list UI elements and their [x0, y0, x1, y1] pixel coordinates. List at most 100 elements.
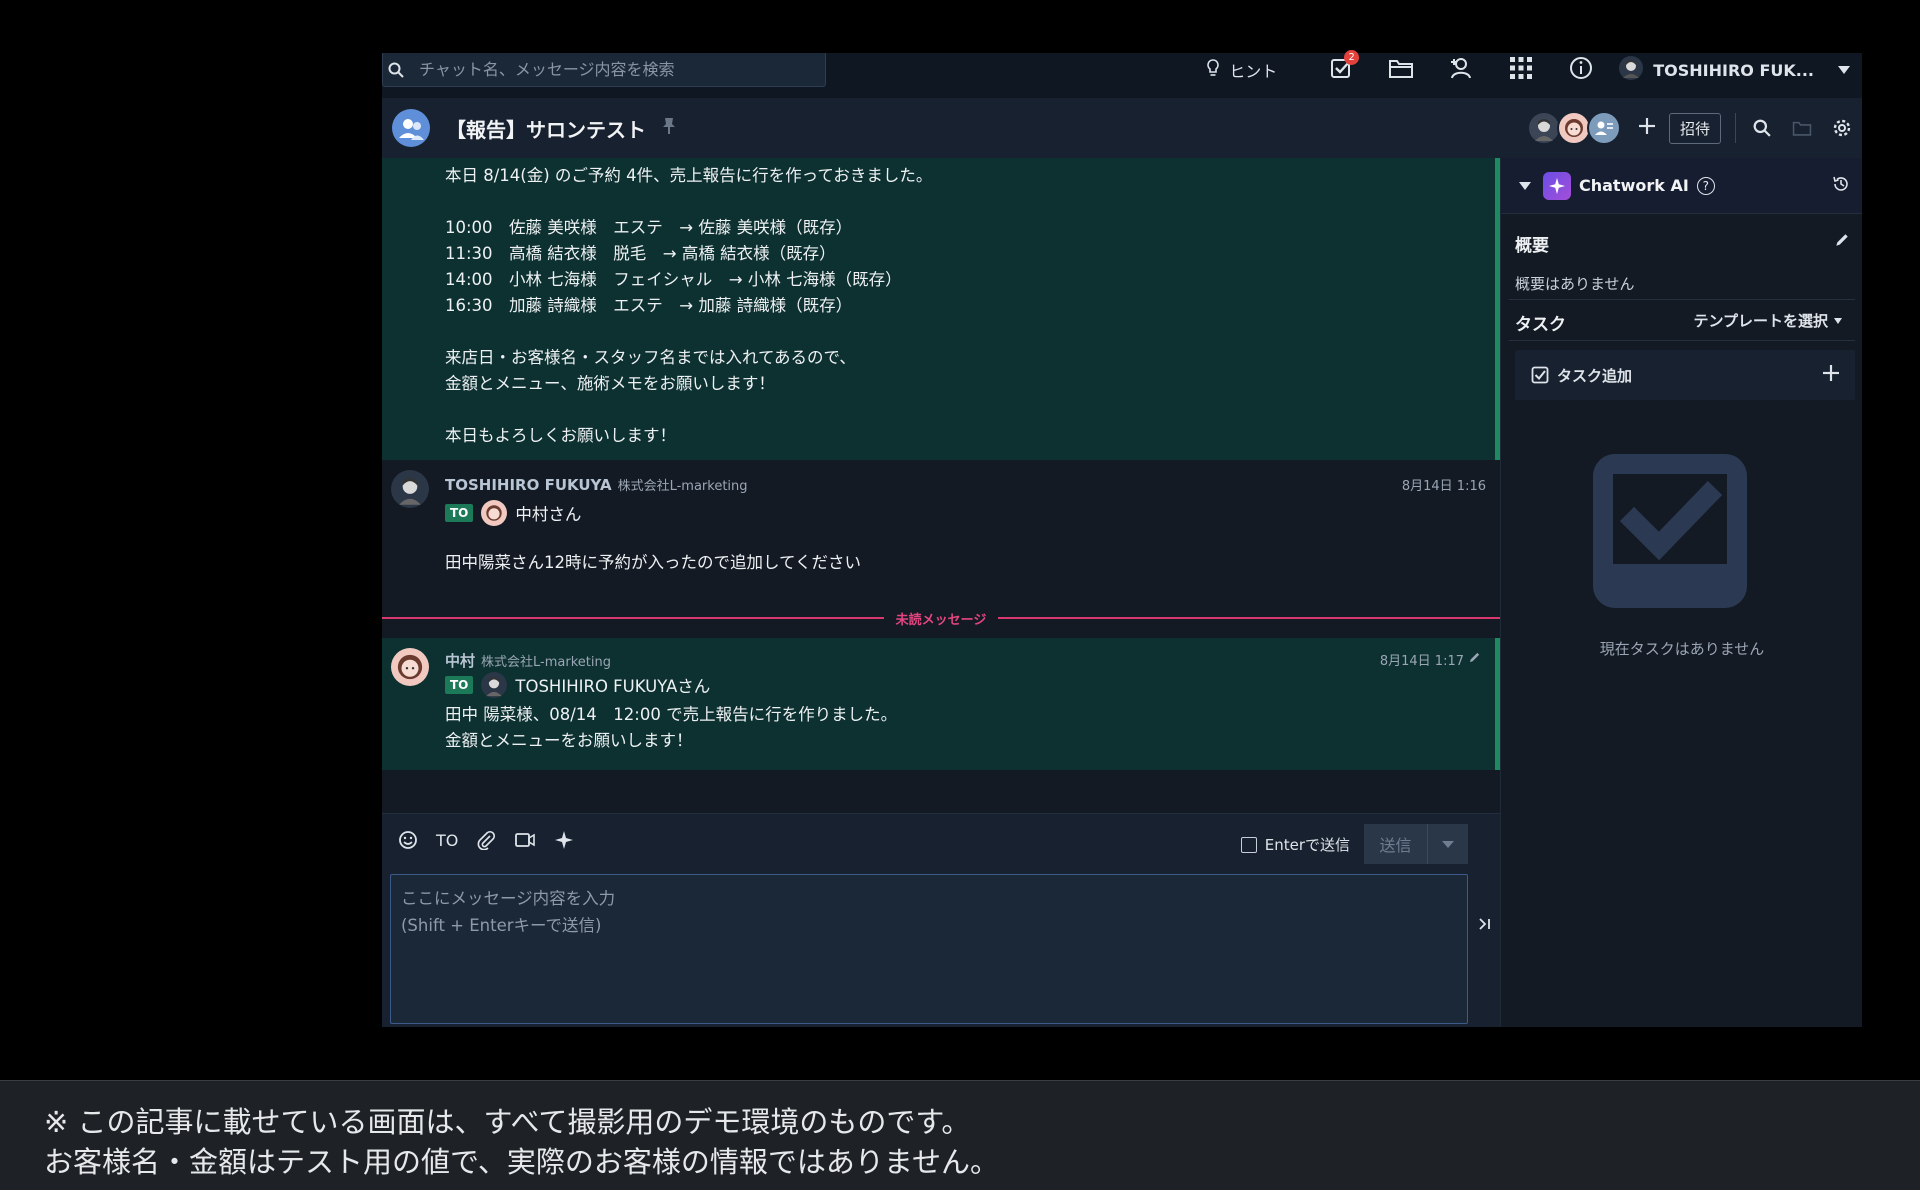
message-text: 田中 陽菜様、08/14 12:00 で売上報告に行を作りました。 金額とメニュ…	[445, 705, 898, 750]
to-line: TO TOSHIHIRO FUKUYAさん	[445, 672, 710, 698]
plus-icon[interactable]	[1821, 363, 1841, 387]
emoji-icon[interactable]	[398, 828, 418, 852]
checkbox-icon	[1531, 366, 1549, 384]
apps-button[interactable]	[1491, 53, 1551, 87]
summary-title: 概要	[1515, 236, 1549, 256]
to-badge: TO	[445, 676, 474, 694]
room-title: 【報告】サロンテスト	[446, 117, 646, 142]
attach-icon[interactable]	[476, 828, 496, 852]
recipient-name: 中村さん	[515, 505, 582, 524]
message-item[interactable]: 本日 8/14(金) のご予約 4件、売上報告に行を作っておきました。 10:0…	[382, 158, 1500, 460]
edit-pencil-icon[interactable]	[1834, 232, 1850, 252]
message-time-row: 8月14日 1:17	[1380, 650, 1481, 669]
to-line: TO 中村さん	[445, 500, 581, 526]
message-item[interactable]: 中村 株式会社L-marketing 8月14日 1:17 TO TOSHIHIR…	[382, 638, 1500, 770]
sender-name[interactable]: TOSHIHIRO FUKUYA	[445, 476, 612, 494]
grid-icon	[1510, 57, 1533, 83]
help-icon[interactable]: ?	[1696, 176, 1715, 195]
chevron-down-icon	[1834, 317, 1842, 324]
unread-divider: 未読メッセージ	[382, 608, 1500, 628]
info-icon	[1569, 56, 1593, 84]
sender-avatar	[391, 470, 429, 508]
video-call-icon[interactable]	[514, 828, 536, 852]
file-button[interactable]	[1371, 53, 1431, 87]
message-item[interactable]: TOSHIHIRO FUKUYA 株式会社L-marketing 8月14日 1:…	[382, 460, 1500, 608]
message-text: 田中陽菜さん12時に予約が入ったので追加してください	[445, 553, 862, 572]
contact-button[interactable]	[1431, 53, 1491, 87]
ai-header[interactable]: Chatwork AI ?	[1501, 158, 1862, 214]
to-button[interactable]: TO	[436, 828, 458, 852]
sender-avatar	[391, 648, 429, 686]
disclaimer-line-1: ※ この記事に載せている画面は、すべて撮影用のデモ環境のものです。	[44, 1105, 971, 1139]
collapse-triangle-icon[interactable]	[1519, 181, 1531, 190]
sender-line: TOSHIHIRO FUKUYA 株式会社L-marketing	[445, 475, 748, 494]
member-avatar-nakamura[interactable]	[1556, 111, 1591, 145]
member-avatar-toshihiro[interactable]	[1526, 111, 1561, 145]
room-header-actions: 招待	[1526, 98, 1862, 158]
sparkle-ai-icon[interactable]	[554, 828, 574, 852]
message-body: 本日 8/14(金) のご予約 4件、売上報告に行を作っておきました。 10:0…	[445, 166, 933, 445]
enter-send-option[interactable]: Enterで送信	[1240, 834, 1350, 855]
chevron-down-icon	[1442, 840, 1454, 848]
disclaimer-line-2: お客様名・金額はテスト用の値で、実際のお客様の情報ではありません。	[44, 1145, 999, 1179]
ai-title: Chatwork AI	[1579, 176, 1689, 195]
task-add-button[interactable]: タスク追加	[1515, 350, 1855, 400]
task-add-label: タスク追加	[1557, 366, 1633, 385]
chatwork-app: ヒント 2	[382, 50, 1862, 1027]
message-time: 8月14日 1:17	[1379, 654, 1464, 669]
add-contact-icon	[1449, 56, 1473, 84]
sparkle-icon	[1543, 171, 1571, 200]
message-input[interactable]	[390, 874, 1468, 1024]
top-actions: ヒント 2 TOSHIHIRO FUK...	[1205, 50, 1862, 87]
info-button[interactable]	[1551, 53, 1611, 87]
enter-send-label: Enterで送信	[1264, 836, 1350, 854]
room-header: 【報告】サロンテスト 招待	[382, 98, 1862, 158]
template-select[interactable]: テンプレートを選択	[1693, 310, 1842, 331]
sender-line: 中村 株式会社L-marketing	[445, 650, 611, 671]
message-time: 8月14日 1:16	[1401, 479, 1486, 494]
user-avatar	[1619, 56, 1644, 84]
unread-label: 未読メッセージ	[895, 612, 987, 628]
composer-toolbar: TO	[398, 828, 574, 852]
folder-icon	[1388, 57, 1414, 83]
user-menu[interactable]: TOSHIHIRO FUK...	[1619, 53, 1862, 87]
add-member-icon[interactable]	[1637, 116, 1657, 140]
send-button[interactable]: 送信	[1364, 824, 1428, 864]
divider	[1735, 113, 1736, 143]
room-folder-icon[interactable]	[1782, 119, 1822, 137]
member-list-icon[interactable]	[1586, 111, 1621, 145]
invite-button[interactable]: 招待	[1668, 112, 1721, 144]
task-badge: 2	[1344, 50, 1360, 65]
no-task-text: 現在タスクはありません	[1599, 640, 1765, 658]
task-button[interactable]: 2	[1311, 50, 1371, 87]
disclaimer-banner: ※ この記事に載せている画面は、すべて撮影用のデモ環境のものです。 お客様名・金…	[0, 1080, 1920, 1190]
search-box[interactable]	[382, 53, 826, 87]
room-search-icon[interactable]	[1742, 119, 1782, 137]
message-composer: TO Enterで送信 送信	[382, 813, 1500, 1027]
history-icon[interactable]	[1832, 175, 1850, 197]
search-input[interactable]	[409, 60, 809, 79]
sender-name[interactable]: 中村	[445, 652, 475, 670]
edited-pencil-icon[interactable]	[1468, 651, 1481, 668]
message-timeline[interactable]: 本日 8/14(金) のご予約 4件、売上報告に行を作っておきました。 10:0…	[382, 158, 1500, 808]
hint-button[interactable]: ヒント	[1205, 53, 1277, 87]
to-badge: TO	[445, 504, 474, 522]
enter-send-checkbox[interactable]	[1240, 836, 1257, 853]
right-panel: Chatwork AI ? 概要 概要はありません タスク テンプレートを選択 …	[1500, 158, 1862, 1027]
pin-icon[interactable]	[662, 117, 676, 139]
top-bar: ヒント 2	[382, 50, 1862, 98]
collapse-panel-icon[interactable]	[1478, 916, 1492, 936]
send-options-button[interactable]	[1428, 824, 1468, 864]
empty-task-check-icon	[1587, 448, 1753, 618]
hint-label: ヒント	[1229, 62, 1278, 81]
recipient-avatar	[481, 672, 508, 698]
search-icon	[383, 53, 409, 87]
sender-org: 株式会社L-marketing	[617, 479, 748, 494]
user-name: TOSHIHIRO FUK...	[1653, 60, 1814, 80]
task-title: タスク	[1515, 315, 1566, 335]
send-button-group: 送信	[1364, 824, 1468, 864]
recipient-avatar	[481, 500, 508, 526]
gear-icon[interactable]	[1822, 118, 1862, 138]
summary-text: 概要はありません	[1515, 275, 1635, 293]
chevron-down-icon	[1838, 66, 1850, 74]
